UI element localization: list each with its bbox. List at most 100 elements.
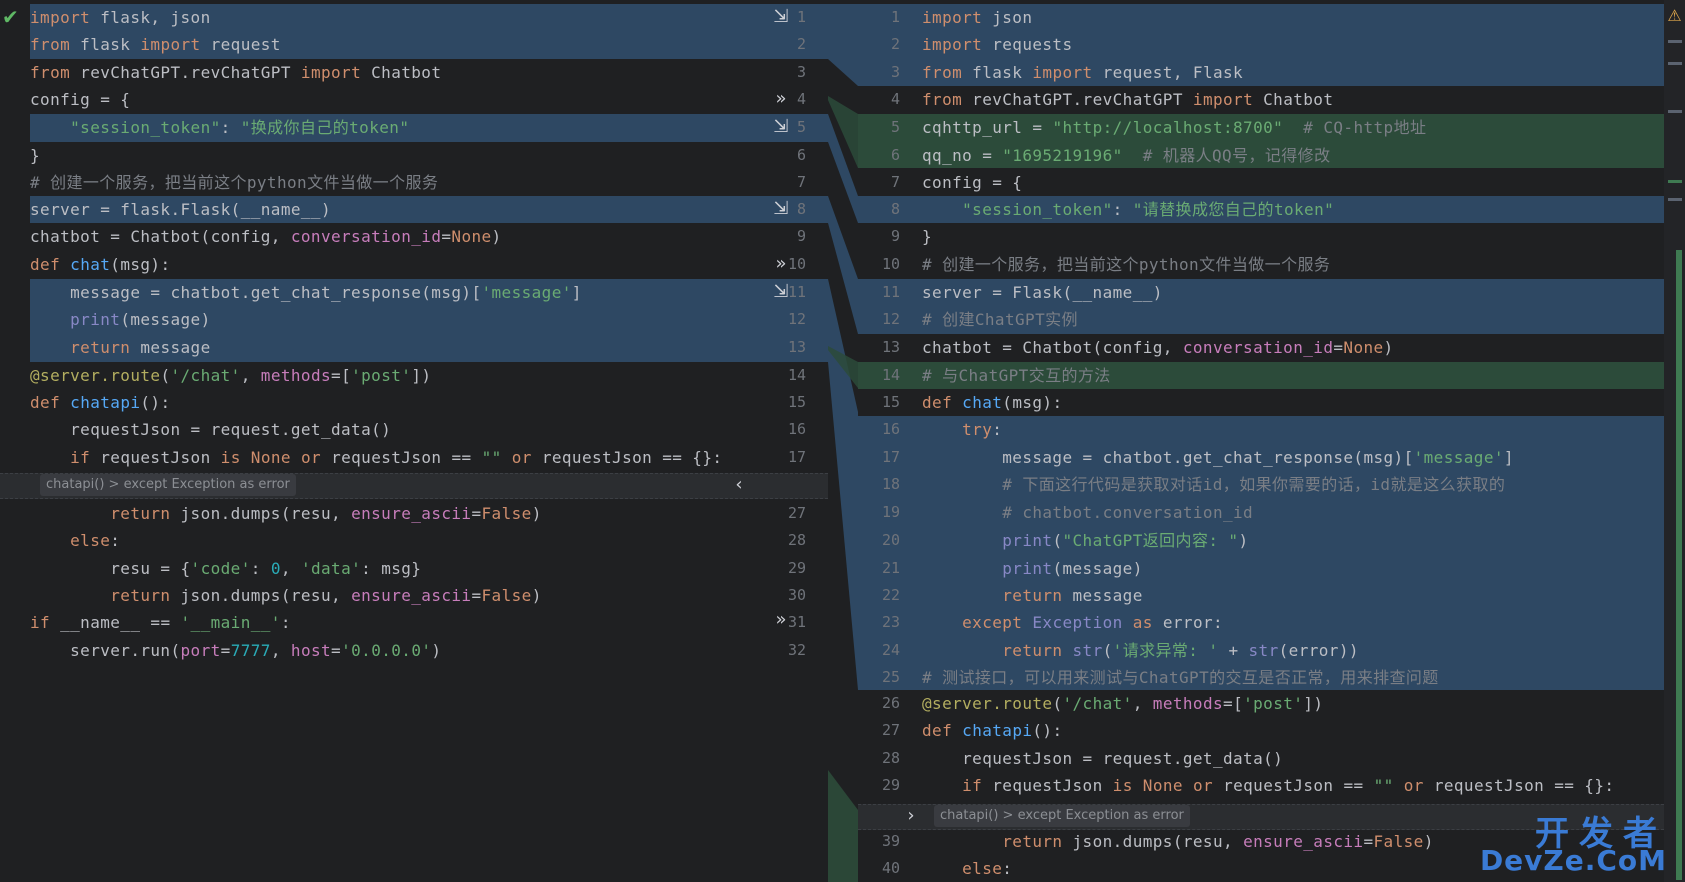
left-line-number: 9 xyxy=(796,227,806,245)
right-code-line[interactable]: cqhttp_url = "http://localhost:8700" # C… xyxy=(922,114,1426,141)
right-line-number: 17 xyxy=(881,448,900,466)
right-line-number: 20 xyxy=(881,531,900,549)
left-line-number: 7 xyxy=(796,173,806,191)
right-line-number: 15 xyxy=(881,393,900,411)
left-code-line[interactable]: config = { xyxy=(30,86,130,113)
right-fold-label[interactable]: chatapi() > except Exception as error xyxy=(934,805,1190,827)
left-line-number: 5 xyxy=(796,118,806,136)
left-code-line[interactable]: server.run(port=7777, host='0.0.0.0') xyxy=(30,637,441,664)
right-code-line[interactable]: except Exception as error: xyxy=(922,609,1223,636)
right-code-line[interactable]: def chat(msg): xyxy=(922,389,1063,416)
right-code-line[interactable]: else: xyxy=(922,855,1012,882)
left-line-number: 28 xyxy=(787,531,806,549)
left-code-line[interactable]: from flask import request xyxy=(30,31,281,58)
left-line-number: 30 xyxy=(787,586,806,604)
right-code-line[interactable]: "session_token": "请替换成您自己的token" xyxy=(922,196,1334,223)
watermark-logo: 开发者 DevZe.CoM xyxy=(1480,806,1675,877)
right-line-number: 6 xyxy=(890,146,900,164)
right-code-line[interactable]: print("ChatGPT返回内容: ") xyxy=(922,527,1249,554)
left-code-line[interactable]: import flask, json xyxy=(30,4,211,31)
left-code-line[interactable]: def chatapi(): xyxy=(30,389,171,416)
right-code-line[interactable]: # 与ChatGPT交互的方法 xyxy=(922,362,1111,389)
left-code-line[interactable]: resu = {'code': 0, 'data': msg} xyxy=(30,555,421,582)
left-code-line[interactable]: def chat(msg): xyxy=(30,251,171,278)
left-line-number: 14 xyxy=(787,366,806,384)
left-code-line[interactable]: chatbot = Chatbot(config, conversation_i… xyxy=(30,223,502,250)
left-code-line[interactable]: "session_token": "换成你自己的token" xyxy=(30,114,409,141)
right-line-number: 11 xyxy=(881,283,900,301)
right-line-number: 4 xyxy=(890,90,900,108)
left-code-line[interactable]: @server.route('/chat', methods=['post']) xyxy=(30,362,431,389)
scroll-marker xyxy=(1668,110,1682,113)
watermark-bottom-text: DevZe.CoM xyxy=(1479,844,1667,877)
right-code-line[interactable]: chatbot = Chatbot(config, conversation_i… xyxy=(922,334,1394,361)
left-code-line[interactable]: if requestJson is None or requestJson ==… xyxy=(30,444,722,471)
right-code-line[interactable]: from revChatGPT.revChatGPT import Chatbo… xyxy=(922,86,1333,113)
left-code-line[interactable]: from revChatGPT.revChatGPT import Chatbo… xyxy=(30,59,441,86)
right-code-line[interactable]: print(message) xyxy=(922,555,1143,582)
left-code-line[interactable]: else: xyxy=(30,527,120,554)
right-line-number: 26 xyxy=(881,694,900,712)
left-line-number: 12 xyxy=(787,310,806,328)
right-code-line[interactable]: try: xyxy=(922,416,1002,443)
left-line-number: 4 xyxy=(796,90,806,108)
left-code-line[interactable]: # 创建一个服务，把当前这个python文件当做一个服务 xyxy=(30,169,438,196)
right-line-number: 3 xyxy=(890,63,900,81)
left-code-line[interactable]: return message xyxy=(30,334,211,361)
left-code-line[interactable]: print(message) xyxy=(30,306,211,333)
right-line-number: 27 xyxy=(881,721,900,739)
right-line-number: 1 xyxy=(890,8,900,26)
right-code-line[interactable]: config = { xyxy=(922,169,1022,196)
right-code-line[interactable]: import json xyxy=(922,4,1032,31)
right-code-line[interactable]: from flask import request, Flask xyxy=(922,59,1243,86)
left-code-line[interactable]: } xyxy=(30,142,40,169)
right-line-number: 7 xyxy=(890,173,900,191)
right-line-number: 16 xyxy=(881,420,900,438)
right-code-line[interactable]: # chatbot.conversation_id xyxy=(922,499,1253,526)
left-line-number: 15 xyxy=(787,393,806,411)
left-code-line[interactable]: message = chatbot.get_chat_response(msg)… xyxy=(30,279,582,306)
fold-arrow-icon[interactable]: ‹ xyxy=(728,474,750,496)
right-code-line[interactable]: message = chatbot.get_chat_response(msg)… xyxy=(922,444,1514,471)
right-code-line[interactable]: server = Flask(__name__) xyxy=(922,279,1163,306)
scroll-marker xyxy=(1668,180,1682,183)
right-line-number: 9 xyxy=(890,227,900,245)
right-code-line[interactable]: # 创建ChatGPT实例 xyxy=(922,306,1078,333)
left-code-line[interactable]: requestJson = request.get_data() xyxy=(30,416,391,443)
right-line-number: 40 xyxy=(881,859,900,877)
right-line-number: 19 xyxy=(881,503,900,521)
right-code-line[interactable]: return message xyxy=(922,582,1143,609)
left-line-number: 29 xyxy=(787,559,806,577)
left-line-number: 1 xyxy=(796,8,806,26)
right-code-line[interactable]: # 下面这行代码是获取对话id，如果你需要的话，id就是这么获取的 xyxy=(922,471,1505,498)
right-line-number: 2 xyxy=(890,35,900,53)
left-line-number: 31 xyxy=(787,613,806,631)
left-line-number: 16 xyxy=(787,420,806,438)
right-code-line[interactable]: } xyxy=(922,223,932,250)
warning-icon[interactable]: ⚠ xyxy=(1664,6,1685,26)
right-line-number: 5 xyxy=(890,118,900,136)
right-code-line[interactable]: def chatapi(): xyxy=(922,717,1063,744)
right-line-number: 28 xyxy=(881,749,900,767)
left-line-number: 17 xyxy=(787,448,806,466)
fold-arrow-icon[interactable]: › xyxy=(900,805,922,827)
right-code-line[interactable]: # 创建一个服务，把当前这个python文件当做一个服务 xyxy=(922,251,1330,278)
left-code-line[interactable]: return json.dumps(resu, ensure_ascii=Fal… xyxy=(30,500,542,527)
diff-viewer: chatapi() > except Exception as error ‹ … xyxy=(0,0,1685,882)
right-code-line[interactable]: if requestJson is None or requestJson ==… xyxy=(922,772,1614,799)
left-fold-label[interactable]: chatapi() > except Exception as error xyxy=(40,474,296,496)
right-line-number: 10 xyxy=(881,255,900,273)
left-code-line[interactable]: if __name__ == '__main__': xyxy=(30,609,291,636)
left-code-line[interactable]: server = flask.Flask(__name__) xyxy=(30,196,331,223)
right-code-line[interactable]: requestJson = request.get_data() xyxy=(922,745,1283,772)
right-code-line[interactable]: @server.route('/chat', methods=['post']) xyxy=(922,690,1323,717)
checkmark-icon: ✔ xyxy=(2,5,19,29)
right-code-line[interactable]: return str('请求异常: ' + str(error)) xyxy=(922,637,1359,664)
left-line-number: 27 xyxy=(787,504,806,522)
left-line-number: 11 xyxy=(787,283,806,301)
right-code-line[interactable]: qq_no = "1695219196" # 机器人QQ号，记得修改 xyxy=(922,142,1330,169)
right-code-line[interactable]: return json.dumps(resu, ensure_ascii=Fal… xyxy=(922,828,1434,855)
right-code-line[interactable]: import requests xyxy=(922,31,1073,58)
right-code-line[interactable]: # 测试接口，可以用来测试与ChatGPT的交互是否正常，用来排查问题 xyxy=(922,664,1439,691)
left-code-line[interactable]: return json.dumps(resu, ensure_ascii=Fal… xyxy=(30,582,542,609)
